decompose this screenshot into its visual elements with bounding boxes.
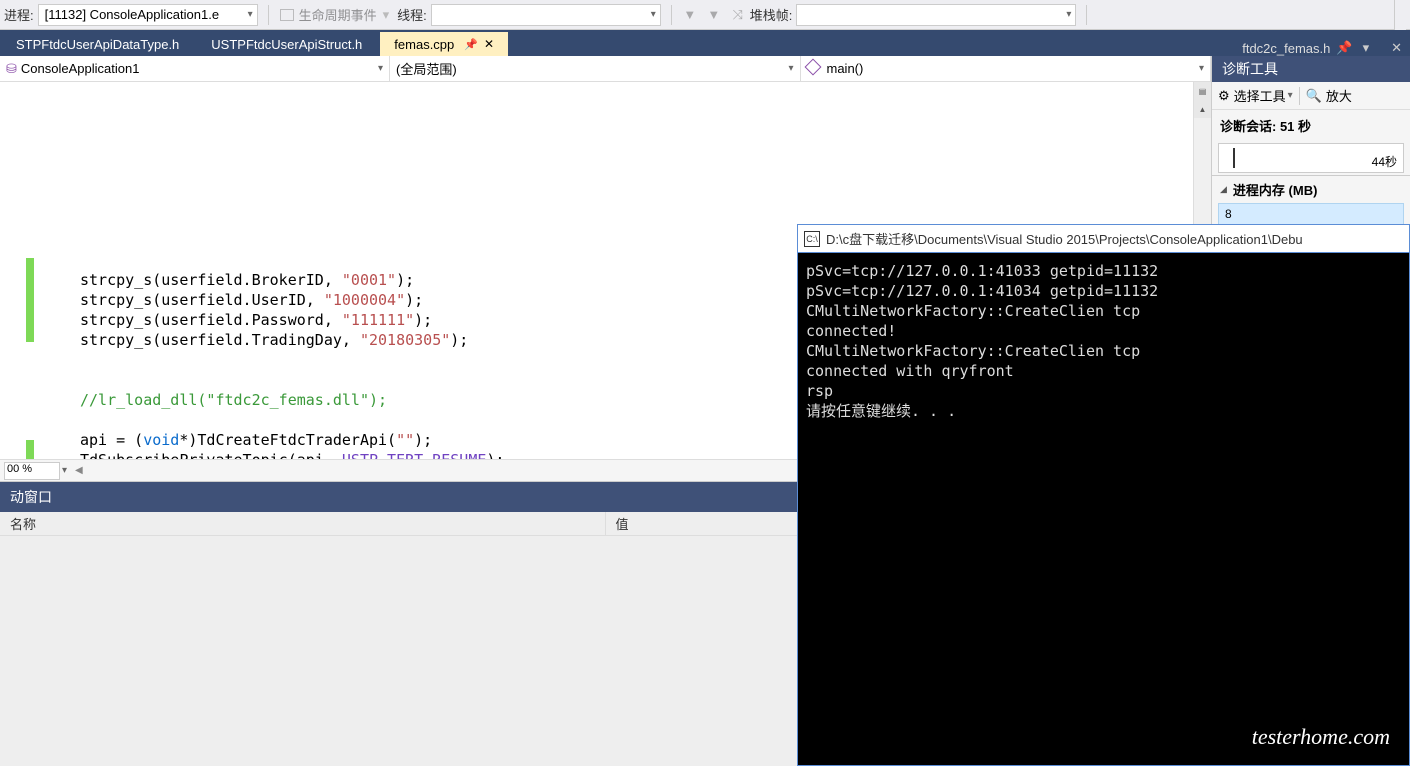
filter-icon: ▼ [682,7,698,23]
document-tabstrip: STPFtdcUserApiDataType.h USTPFtdcUserApi… [0,30,1410,56]
code-nav-bar: ⛁ ConsoleApplication1 (全局范围) main() [0,56,1211,82]
pin-icon[interactable]: 📌 [1336,40,1352,56]
console-titlebar[interactable]: C:\ D:\c盘下载迁移\Documents\Visual Studio 20… [798,225,1409,253]
tab-datatype-h[interactable]: STPFtdcUserApiDataType.h [2,32,193,56]
shuffle-icon: ⤨ [730,7,746,23]
close-all-icon[interactable]: ✕ [1385,40,1408,56]
watermark: testerhome.com [1252,724,1390,750]
nav-project-combo[interactable]: ⛁ ConsoleApplication1 [0,56,390,81]
lifecycle-icon [279,7,295,23]
stackframe-label: 堆栈帧: [750,5,793,24]
nav-function-combo[interactable]: main() [801,56,1212,81]
select-tool-button[interactable]: 选择工具 [1234,86,1286,105]
zoom-combo[interactable]: 00 % [4,462,60,480]
tab-ftdc2c-h[interactable]: ftdc2c_femas.h 📌 ▾ [1232,40,1379,56]
scroll-left-icon[interactable]: ◀ [75,465,83,476]
debug-toolbar: 进程: [11132] ConsoleApplication1.e 生命周期事件… [0,0,1410,30]
process-label: 进程: [4,5,34,24]
session-info: 诊断会话: 51 秒 [1212,110,1410,141]
console-window[interactable]: C:\ D:\c盘下载迁移\Documents\Visual Studio 20… [797,224,1410,766]
close-icon[interactable]: ✕ [484,37,494,51]
toolbar-separator [1086,5,1087,25]
toolbar-separator [671,5,672,25]
console-icon: C:\ [804,231,820,247]
lifecycle-label: 生命周期事件 [299,5,377,24]
stackframe-combo[interactable] [796,4,1076,26]
pin-icon[interactable]: 📌 [464,38,478,51]
tab-femas-cpp[interactable]: femas.cpp 📌 ✕ [380,32,508,56]
diagnostics-title: 诊断工具 [1212,56,1410,82]
nav-scope-combo[interactable]: (全局范围) [390,56,801,81]
process-combo[interactable]: [11132] ConsoleApplication1.e [38,4,258,26]
split-icon[interactable]: ▤ [1194,82,1211,100]
flag-icon: ▼ [706,7,722,23]
memory-section-header[interactable]: ◢ 进程内存 (MB) [1212,175,1410,203]
toolbar-separator [268,5,269,25]
magnify-icon[interactable]: 🔍 [1306,88,1322,104]
zoom-in-button[interactable]: 放大 [1326,86,1352,105]
project-icon: ⛁ [6,61,17,77]
tab-struct-h[interactable]: USTPFtdcUserApiStruct.h [197,32,376,56]
thread-combo[interactable] [431,4,661,26]
gear-icon[interactable]: ⚙ [1218,88,1230,104]
thread-label: 线程: [397,5,427,24]
overflow-strip[interactable] [1394,0,1406,30]
console-output: pSvc=tcp://127.0.0.1:41033 getpid=11132 … [798,253,1409,429]
timeline-ruler[interactable]: 44秒 [1218,143,1404,173]
col-name[interactable]: 名称 [0,512,606,535]
change-gutter [26,82,34,459]
scroll-up-icon[interactable]: ▲ [1194,100,1211,118]
collapse-icon: ◢ [1220,184,1227,195]
function-icon [807,61,819,76]
